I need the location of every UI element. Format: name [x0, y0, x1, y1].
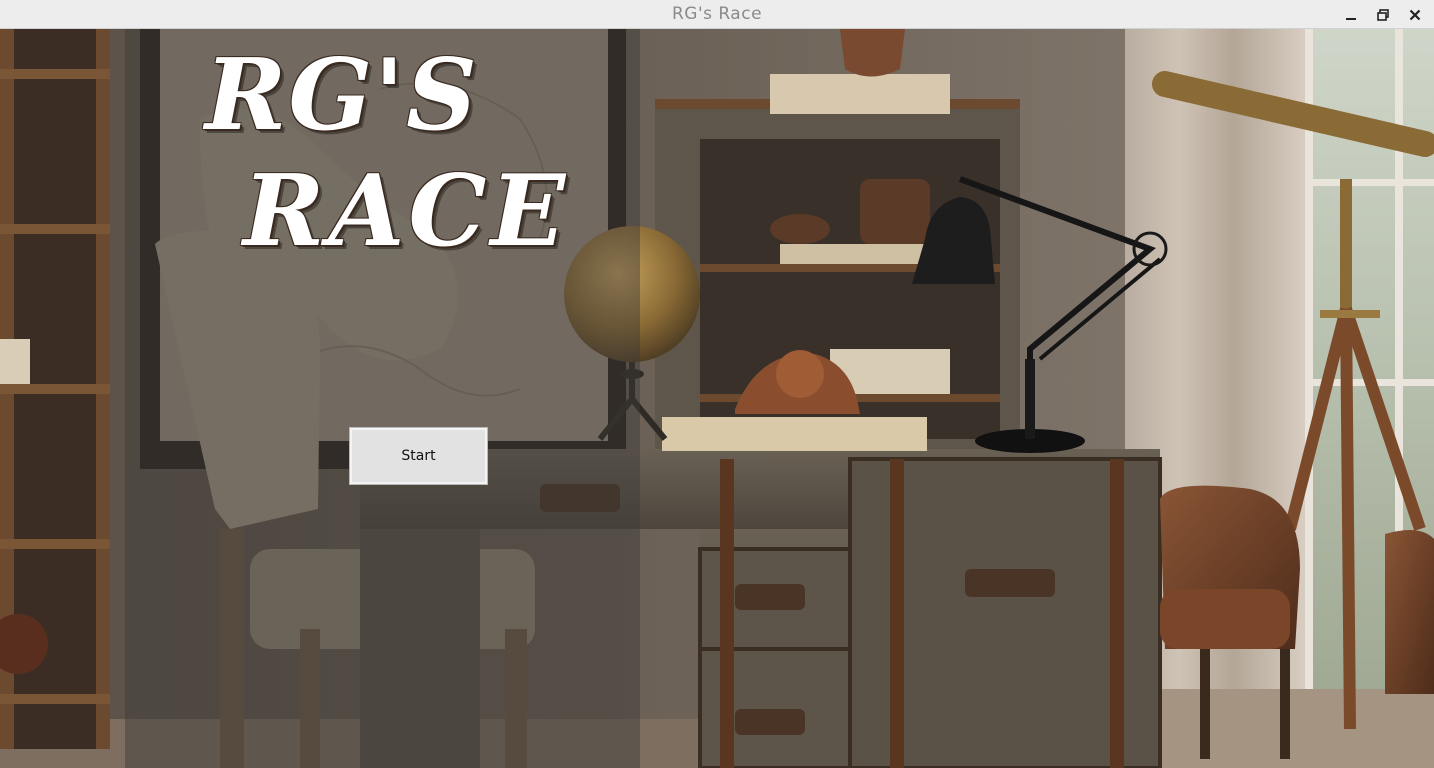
maximize-icon[interactable] — [1374, 6, 1392, 24]
game-title-line1: RG'S — [205, 38, 479, 153]
window-titlebar: RG's Race — [0, 0, 1434, 29]
game-title: RG'S RACE — [205, 47, 625, 261]
game-title-line2: RACE — [243, 154, 570, 269]
window-title: RG's Race — [671, 4, 763, 24]
minimize-icon[interactable] — [1342, 6, 1360, 24]
start-button[interactable]: Start — [349, 427, 488, 485]
window-controls — [1342, 0, 1424, 29]
close-icon[interactable] — [1406, 6, 1424, 24]
game-scene: RG'S RACE Start — [0, 29, 1434, 768]
